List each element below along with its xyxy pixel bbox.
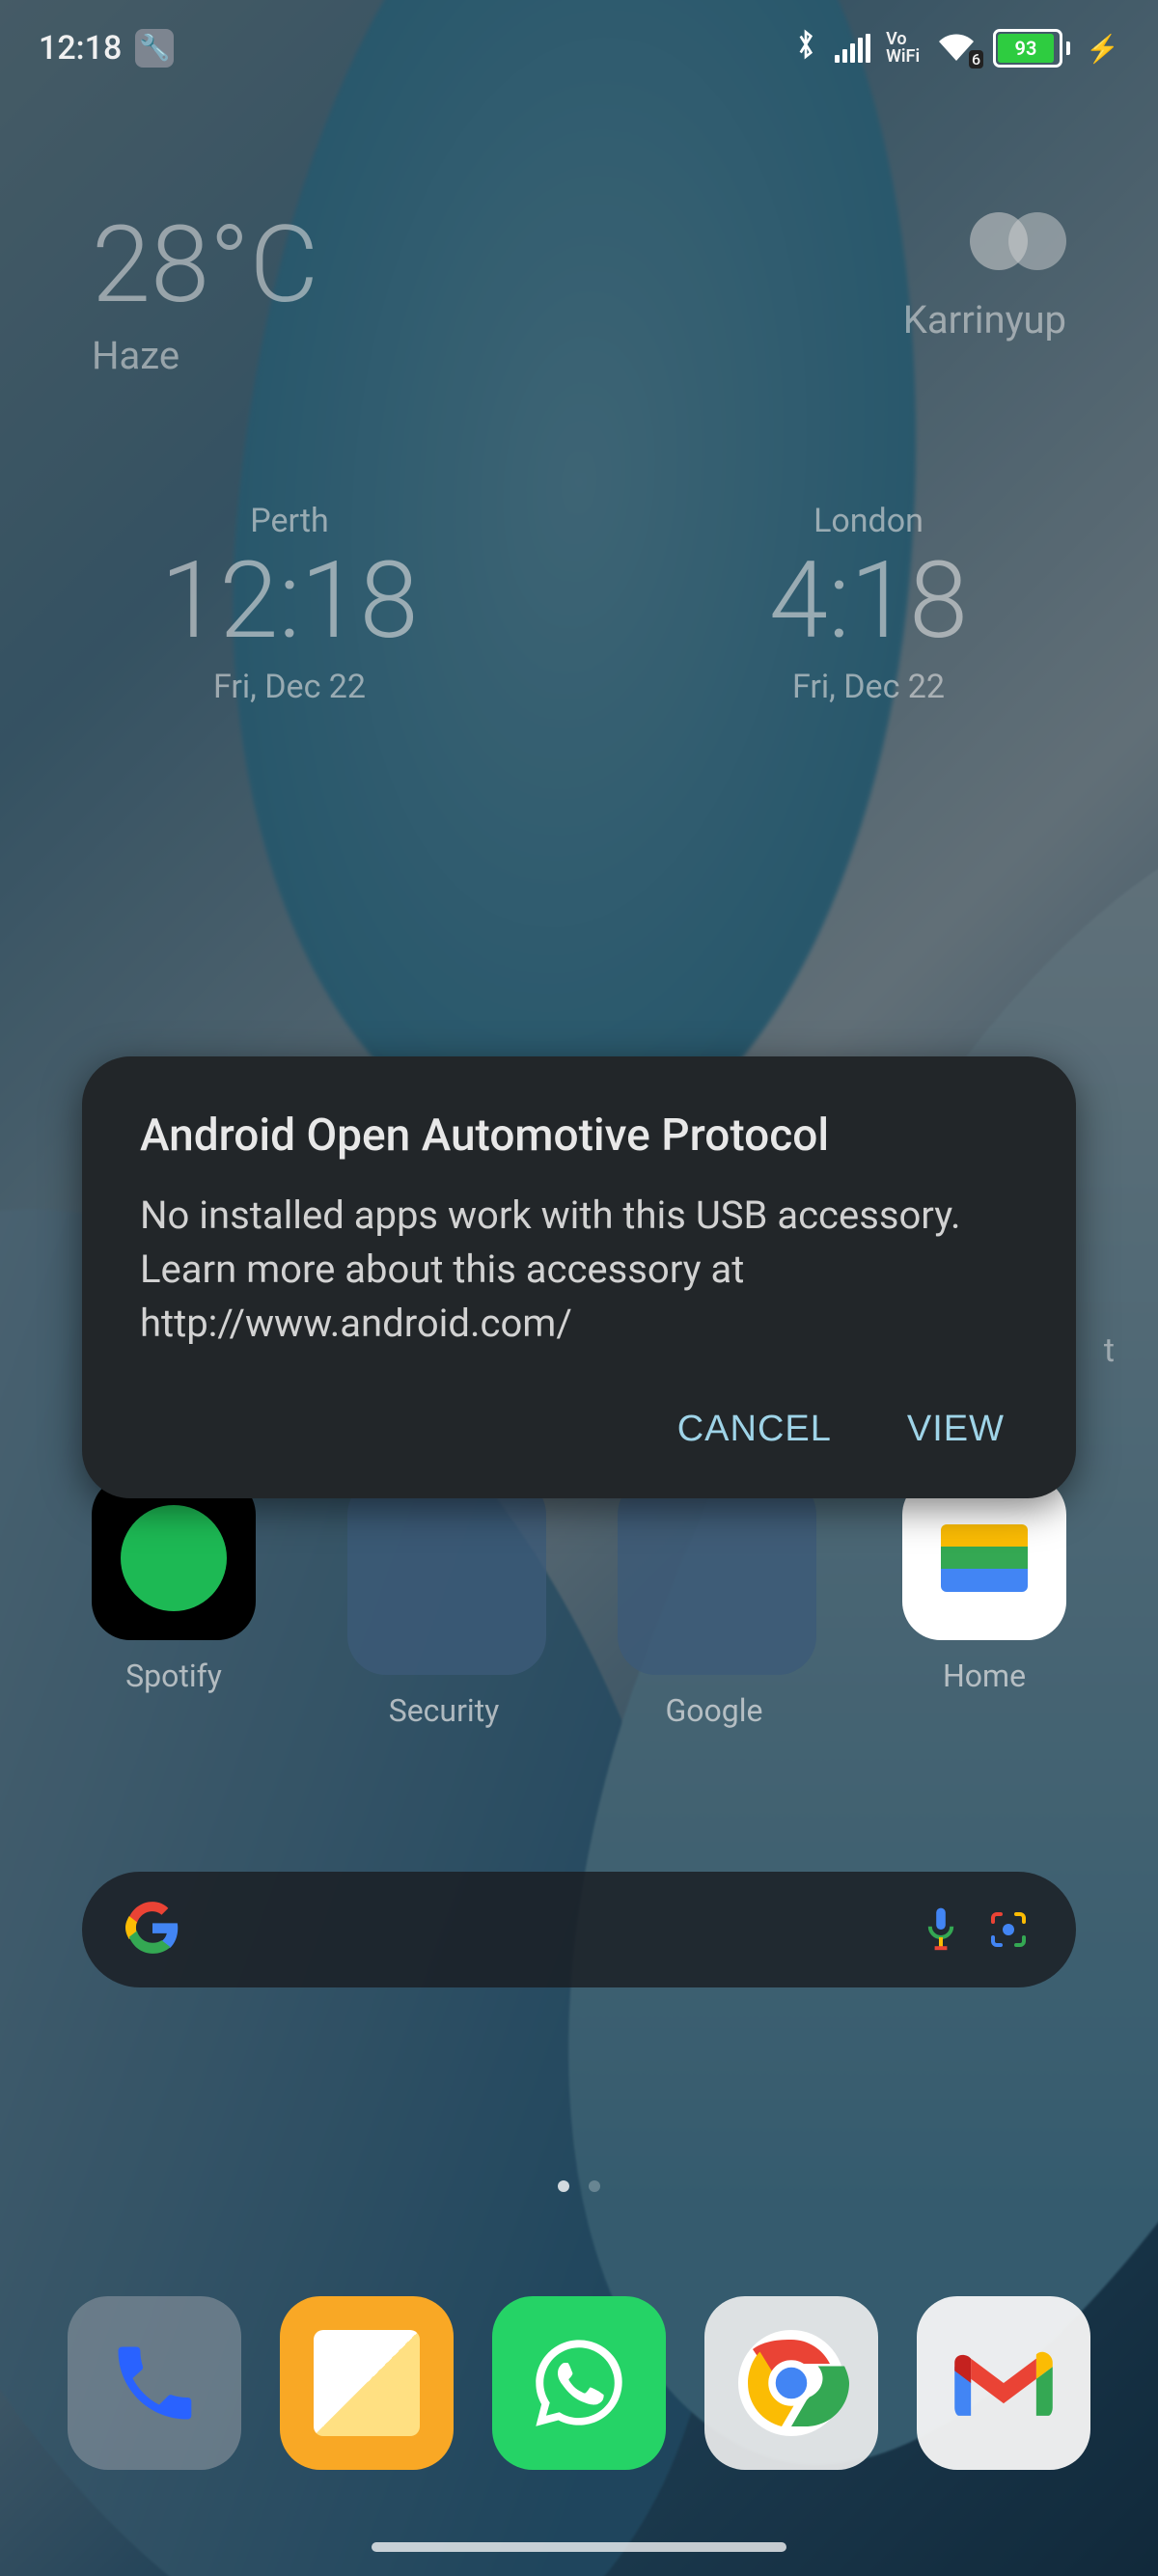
dialog-title: Android Open Automotive Protocol (140, 1110, 1018, 1162)
gesture-nav-bar[interactable] (372, 2542, 786, 2552)
google-lens-icon[interactable] (984, 1905, 1033, 1954)
app-spotify[interactable]: Spotify (77, 1476, 270, 1729)
folder-icon (618, 1476, 816, 1675)
clock-london: London 4:18 Fri, Dec 22 (579, 502, 1158, 706)
vowifi-indicator: Vo WiFi (886, 31, 920, 66)
dock-notes-app[interactable] (280, 2296, 454, 2470)
clock-perth: Perth 12:18 Fri, Dec 22 (0, 502, 579, 706)
clock-time: 12:18 (0, 548, 579, 654)
weather-location: Karrinyup (903, 297, 1066, 343)
status-bar: 12:18 🔧 Vo WiFi 6 93 (0, 0, 1158, 96)
clock-city: London (579, 502, 1158, 540)
charging-icon: ⚡ (1086, 33, 1119, 65)
app-folder-security[interactable]: Security (347, 1476, 540, 1729)
wifi-badge: 6 (969, 50, 983, 69)
dock-chrome-app[interactable] (704, 2296, 878, 2470)
weather-temperature: 28°C (92, 212, 318, 318)
cancel-button[interactable]: CANCEL (674, 1399, 836, 1460)
home-apps-row: Spotify Security Google Home (0, 1476, 1158, 1729)
google-home-icon (902, 1476, 1066, 1640)
status-time: 12:18 (39, 29, 122, 68)
spotify-icon (92, 1476, 256, 1640)
folder-icon (347, 1476, 546, 1675)
view-button[interactable]: VIEW (903, 1399, 1008, 1460)
clock-date: Fri, Dec 22 (0, 668, 579, 706)
dock-gmail-app[interactable] (917, 2296, 1090, 2470)
clock-time: 4:18 (579, 548, 1158, 654)
peek-text: t (1104, 1331, 1115, 1370)
page-indicator (0, 2180, 1158, 2192)
app-home[interactable]: Home (888, 1476, 1081, 1729)
world-clock-widget[interactable]: Perth 12:18 Fri, Dec 22 London 4:18 Fri,… (0, 502, 1158, 706)
mic-icon[interactable] (917, 1905, 965, 1954)
battery-indicator: 93 (993, 29, 1070, 68)
google-logo-icon (125, 1901, 179, 1959)
dialog-body: No installed apps work with this USB acc… (140, 1189, 1018, 1351)
dock-phone-app[interactable] (68, 2296, 241, 2470)
wifi-icon: 6 (935, 32, 978, 65)
usb-accessory-dialog: Android Open Automotive Protocol No inst… (82, 1056, 1076, 1498)
weather-condition: Haze (92, 333, 318, 378)
dock-whatsapp-app[interactable] (492, 2296, 666, 2470)
battery-percent: 93 (1015, 37, 1037, 60)
clock-date: Fri, Dec 22 (579, 668, 1158, 706)
app-folder-google[interactable]: Google (618, 1476, 811, 1729)
weather-widget[interactable]: 28°C Haze Karrinyup (0, 212, 1158, 378)
cellular-signal-icon (835, 34, 870, 63)
weather-haze-icon (903, 212, 1066, 280)
google-search-bar[interactable] (82, 1872, 1076, 1987)
dock (0, 2296, 1158, 2470)
wrench-icon: 🔧 (135, 29, 174, 68)
bluetooth-icon (792, 28, 819, 69)
clock-city: Perth (0, 502, 579, 540)
